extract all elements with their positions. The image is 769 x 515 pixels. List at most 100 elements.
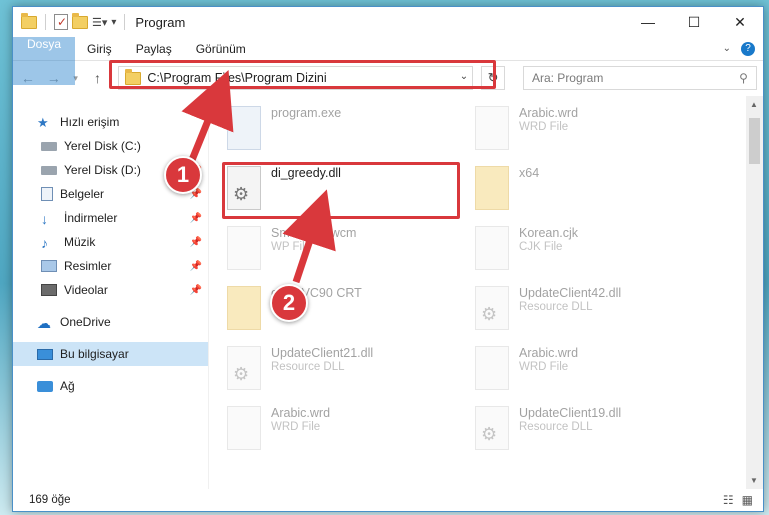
ribbon-tabs: Dosya Giriş Paylaş Görünüm ⌄ ? bbox=[13, 37, 763, 85]
drive-icon bbox=[41, 165, 57, 175]
list-item[interactable]: UpdateClient21.dllResource DLL bbox=[227, 346, 475, 394]
scroll-up-icon[interactable]: ▲ bbox=[750, 100, 758, 109]
music-icon: ♪ bbox=[41, 235, 48, 251]
pin-icon[interactable]: 📌 bbox=[190, 213, 202, 224]
sidebar-item-label: Müzik bbox=[64, 235, 96, 249]
scroll-thumb[interactable] bbox=[749, 118, 760, 164]
minimize-button[interactable]: — bbox=[625, 7, 671, 37]
sidebar-item-local-disk-c[interactable]: Yerel Disk (C:) bbox=[13, 134, 208, 158]
list-item[interactable]: Arabic.wrd WRD File bbox=[475, 106, 723, 154]
dll-icon bbox=[227, 346, 261, 390]
tab-file[interactable]: Dosya bbox=[13, 37, 76, 85]
window-title: Program bbox=[135, 14, 186, 30]
sidebar-item-label: Videolar bbox=[64, 283, 108, 297]
file-type: WP File bbox=[271, 241, 312, 253]
pin-icon[interactable]: 📌 bbox=[190, 237, 202, 248]
new-folder-icon[interactable] bbox=[72, 12, 88, 29]
file-name: Arabic.wrd bbox=[519, 346, 579, 360]
list-item[interactable]: UpdateClient19.dllResource DLL bbox=[475, 406, 723, 454]
item-count: 169 öğe bbox=[29, 494, 71, 506]
star-icon: ★ bbox=[37, 115, 49, 130]
sidebar-item-label: Resimler bbox=[64, 259, 112, 273]
file-name: x64 bbox=[519, 166, 540, 180]
folder-icon bbox=[475, 166, 509, 210]
sidebar-item-label: Bu bilgisayar bbox=[60, 347, 129, 361]
pictures-icon bbox=[41, 260, 57, 272]
sidebar-item-music[interactable]: ♪ Müzik 📌 bbox=[13, 230, 208, 254]
list-item[interactable]: Arabic.wrd WRD File bbox=[227, 406, 475, 454]
file-icon bbox=[227, 226, 261, 270]
expand-ribbon-icon[interactable]: ⌄ bbox=[723, 43, 731, 54]
list-item[interactable]: Arabic.wrd WRD File bbox=[475, 346, 723, 394]
download-icon: ↓ bbox=[41, 211, 48, 227]
help-icon[interactable]: ? bbox=[741, 41, 755, 56]
sidebar-item-label: Ağ bbox=[60, 379, 75, 393]
list-item[interactable]: program.exe bbox=[227, 106, 475, 154]
scroll-down-icon[interactable]: ▼ bbox=[750, 476, 758, 485]
vertical-scrollbar[interactable]: ▲ ▼ bbox=[746, 96, 763, 489]
file-highlight-box bbox=[222, 162, 460, 219]
file-name: Korean.cjk bbox=[519, 226, 579, 240]
file-icon bbox=[475, 226, 509, 270]
file-name: UpdateClient42.dll bbox=[519, 286, 622, 300]
file-name: program.exe bbox=[271, 106, 342, 120]
tab-share[interactable]: Paylaş bbox=[124, 37, 184, 60]
file-name: Arabic.wrd bbox=[271, 406, 331, 420]
title-bar: ☰▾ ▾ Program — ☐ ✕ bbox=[13, 7, 763, 37]
sidebar-item-network[interactable]: Ağ bbox=[13, 374, 208, 398]
sidebar-item-label: Yerel Disk (D:) bbox=[64, 163, 141, 177]
file-type: WRD File bbox=[271, 421, 321, 433]
sidebar-item-downloads[interactable]: ↓ İndirmeler 📌 bbox=[13, 206, 208, 230]
divider bbox=[45, 14, 46, 30]
tab-home[interactable]: Giriş bbox=[75, 37, 124, 60]
sidebar-item-label: OneDrive bbox=[60, 315, 111, 329]
properties-icon[interactable] bbox=[54, 14, 68, 30]
customize-toolbar-icon[interactable]: ☰▾ bbox=[92, 16, 107, 29]
file-type: Resource DLL bbox=[519, 421, 593, 433]
close-button[interactable]: ✕ bbox=[717, 7, 763, 37]
sidebar-item-label: Belgeler bbox=[60, 187, 105, 201]
list-item[interactable]: UpdateClient42.dllResource DLL bbox=[475, 286, 723, 334]
file-type: Resource DLL bbox=[271, 361, 345, 373]
up-button[interactable]: ↑ bbox=[89, 70, 107, 86]
sidebar-item-quick-access[interactable]: ★ Hızlı erişim bbox=[13, 110, 208, 134]
pin-icon[interactable]: 📌 bbox=[190, 261, 202, 272]
network-icon bbox=[37, 380, 53, 392]
navigation-pane: ★ Hızlı erişim Yerel Disk (C:) Yerel Dis… bbox=[13, 96, 209, 489]
search-input[interactable]: Ara: Program ⚲ bbox=[522, 66, 757, 90]
divider bbox=[124, 14, 126, 30]
pin-icon[interactable]: 📌 bbox=[190, 285, 202, 296]
chevron-down-icon[interactable]: ▾ bbox=[111, 17, 116, 28]
sidebar-item-this-pc[interactable]: Bu bilgisayar bbox=[13, 342, 208, 366]
videos-icon bbox=[41, 284, 57, 296]
status-bar: 169 öğe ☷ ▦ bbox=[13, 489, 763, 511]
maximize-button[interactable]: ☐ bbox=[671, 7, 717, 37]
computer-icon bbox=[37, 348, 53, 360]
application-icon bbox=[227, 106, 261, 150]
documents-icon bbox=[41, 187, 53, 201]
search-icon: ⚲ bbox=[739, 71, 748, 85]
callout-badge-two: 2 bbox=[270, 284, 308, 322]
sidebar-item-pictures[interactable]: Resimler 📌 bbox=[13, 254, 208, 278]
large-icons-view-icon[interactable]: ▦ bbox=[742, 493, 753, 507]
file-type: WRD File bbox=[519, 121, 569, 133]
dll-icon bbox=[475, 286, 509, 330]
address-highlight-box bbox=[109, 60, 496, 89]
folder-icon bbox=[21, 12, 37, 29]
details-view-icon[interactable]: ☷ bbox=[723, 493, 734, 507]
sidebar-item-onedrive[interactable]: ☁ OneDrive bbox=[13, 310, 208, 334]
file-type: Resource DLL bbox=[519, 301, 593, 313]
sidebar-item-videos[interactable]: Videolar 📌 bbox=[13, 278, 208, 302]
list-item[interactable]: Sm WP15.wcm WP File bbox=[227, 226, 475, 274]
view-toggles: ☷ ▦ bbox=[723, 493, 753, 507]
cloud-icon: ☁ bbox=[37, 315, 51, 331]
file-icon bbox=[227, 406, 261, 450]
list-item[interactable]: osoft VC90 CRT bbox=[227, 286, 475, 334]
list-item[interactable]: Korean.cjk CJK File bbox=[475, 226, 723, 274]
file-name: Sm WP15.wcm bbox=[271, 226, 357, 240]
list-item[interactable]: x64 bbox=[475, 166, 723, 214]
window-controls: — ☐ ✕ bbox=[625, 7, 763, 37]
file-icon bbox=[475, 346, 509, 390]
search-placeholder: Ara: Program bbox=[531, 71, 604, 85]
tab-view[interactable]: Görünüm bbox=[184, 37, 258, 60]
